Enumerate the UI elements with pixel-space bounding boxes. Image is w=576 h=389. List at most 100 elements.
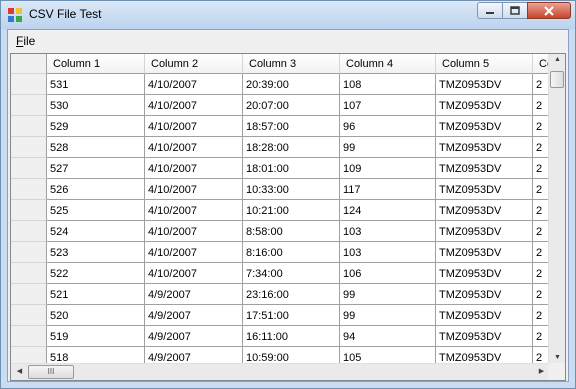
table-cell[interactable]: 524: [47, 221, 145, 242]
table-cell[interactable]: 525: [47, 200, 145, 221]
table-cell[interactable]: 106: [340, 263, 436, 284]
title-bar[interactable]: CSV File Test: [1, 1, 575, 29]
row-header[interactable]: [11, 95, 47, 116]
table-cell[interactable]: 4/9/2007: [145, 284, 243, 305]
row-header[interactable]: [11, 326, 47, 347]
row-header[interactable]: [11, 137, 47, 158]
table-cell[interactable]: TMZ0953DV: [436, 221, 533, 242]
scroll-left-arrow-icon[interactable]: ◀: [11, 367, 28, 375]
table-cell[interactable]: 16:11:00: [243, 326, 340, 347]
vertical-scrollbar[interactable]: ▲ ▼: [548, 54, 565, 363]
table-cell[interactable]: 4/10/2007: [145, 158, 243, 179]
column-header[interactable]: Column 5: [436, 54, 533, 74]
horizontal-scrollbar[interactable]: ◀ III ▶: [11, 363, 550, 380]
table-cell[interactable]: 527: [47, 158, 145, 179]
table-cell[interactable]: TMZ0953DV: [436, 137, 533, 158]
table-cell[interactable]: 521: [47, 284, 145, 305]
menu-file[interactable]: File: [16, 34, 35, 48]
table-cell[interactable]: 94: [340, 326, 436, 347]
table-cell[interactable]: 526: [47, 179, 145, 200]
column-header[interactable]: Column 3: [243, 54, 340, 74]
close-button[interactable]: [527, 2, 571, 19]
table-cell[interactable]: 4/10/2007: [145, 263, 243, 284]
row-header[interactable]: [11, 284, 47, 305]
table-cell[interactable]: TMZ0953DV: [436, 179, 533, 200]
table-cell[interactable]: 522: [47, 263, 145, 284]
maximize-button[interactable]: [502, 2, 528, 19]
vertical-scroll-thumb[interactable]: [550, 71, 564, 88]
table-cell[interactable]: 519: [47, 326, 145, 347]
table-cell[interactable]: 4/10/2007: [145, 95, 243, 116]
column-header[interactable]: Column 2: [145, 54, 243, 74]
minimize-button[interactable]: [477, 2, 503, 19]
table-cell[interactable]: 124: [340, 200, 436, 221]
table-cell[interactable]: 99: [340, 284, 436, 305]
table-cell[interactable]: 520: [47, 305, 145, 326]
table-cell[interactable]: 20:39:00: [243, 74, 340, 95]
table-cell[interactable]: 107: [340, 95, 436, 116]
table-cell[interactable]: TMZ0953DV: [436, 74, 533, 95]
table-cell[interactable]: 108: [340, 74, 436, 95]
scroll-down-arrow-icon[interactable]: ▼: [549, 354, 565, 361]
table-cell[interactable]: 109: [340, 158, 436, 179]
table-cell[interactable]: 528: [47, 137, 145, 158]
table-cell[interactable]: TMZ0953DV: [436, 95, 533, 116]
horizontal-scroll-thumb[interactable]: III: [28, 365, 74, 379]
table-cell[interactable]: 99: [340, 137, 436, 158]
table-cell[interactable]: 4/10/2007: [145, 137, 243, 158]
menu-bar: File: [8, 30, 568, 51]
table-cell[interactable]: TMZ0953DV: [436, 263, 533, 284]
row-header[interactable]: [11, 242, 47, 263]
table-cell[interactable]: 530: [47, 95, 145, 116]
table-cell[interactable]: 103: [340, 221, 436, 242]
table-cell[interactable]: 99: [340, 305, 436, 326]
row-header[interactable]: [11, 221, 47, 242]
row-header[interactable]: [11, 116, 47, 137]
row-header[interactable]: [11, 263, 47, 284]
table-cell[interactable]: 4/10/2007: [145, 179, 243, 200]
row-header[interactable]: [11, 200, 47, 221]
table-cell[interactable]: 20:07:00: [243, 95, 340, 116]
table-cell[interactable]: 523: [47, 242, 145, 263]
table-cell[interactable]: 17:51:00: [243, 305, 340, 326]
table-cell[interactable]: 10:21:00: [243, 200, 340, 221]
row-header[interactable]: [11, 74, 47, 95]
table-cell[interactable]: 7:34:00: [243, 263, 340, 284]
column-header[interactable]: Column 4: [340, 54, 436, 74]
scroll-up-arrow-icon[interactable]: ▲: [549, 56, 565, 63]
table-cell[interactable]: 4/10/2007: [145, 200, 243, 221]
table-cell[interactable]: 531: [47, 74, 145, 95]
data-grid[interactable]: Column 1 Column 2 Column 3 Column 4 Column 5…: [10, 53, 566, 381]
table-cell[interactable]: 18:01:00: [243, 158, 340, 179]
table-cell[interactable]: 8:16:00: [243, 242, 340, 263]
table-cell[interactable]: TMZ0953DV: [436, 242, 533, 263]
table-cell[interactable]: 4/9/2007: [145, 326, 243, 347]
row-header[interactable]: [11, 179, 47, 200]
table-cell[interactable]: 103: [340, 242, 436, 263]
table-cell[interactable]: 4/9/2007: [145, 305, 243, 326]
table-cell[interactable]: 4/10/2007: [145, 242, 243, 263]
table-cell[interactable]: 23:16:00: [243, 284, 340, 305]
table-cell[interactable]: 8:58:00: [243, 221, 340, 242]
table-cell[interactable]: 4/10/2007: [145, 74, 243, 95]
table-cell[interactable]: TMZ0953DV: [436, 305, 533, 326]
table-cell[interactable]: 4/10/2007: [145, 221, 243, 242]
scroll-corner: [548, 363, 565, 380]
table-cell[interactable]: 529: [47, 116, 145, 137]
table-cell[interactable]: TMZ0953DV: [436, 116, 533, 137]
table-cell[interactable]: 96: [340, 116, 436, 137]
row-header[interactable]: [11, 305, 47, 326]
app-window: CSV File Test File Column 1 Column 2 Colum…: [0, 0, 576, 389]
table-cell[interactable]: TMZ0953DV: [436, 200, 533, 221]
table-cell[interactable]: 4/10/2007: [145, 116, 243, 137]
table-cell[interactable]: 10:33:00: [243, 179, 340, 200]
table-cell[interactable]: TMZ0953DV: [436, 326, 533, 347]
row-header[interactable]: [11, 158, 47, 179]
table-cell[interactable]: TMZ0953DV: [436, 158, 533, 179]
table-cell[interactable]: 117: [340, 179, 436, 200]
table-cell[interactable]: 18:57:00: [243, 116, 340, 137]
table-cell[interactable]: TMZ0953DV: [436, 284, 533, 305]
table-cell[interactable]: 18:28:00: [243, 137, 340, 158]
column-header[interactable]: Column 1: [47, 54, 145, 74]
grid-corner-header[interactable]: [11, 54, 47, 74]
